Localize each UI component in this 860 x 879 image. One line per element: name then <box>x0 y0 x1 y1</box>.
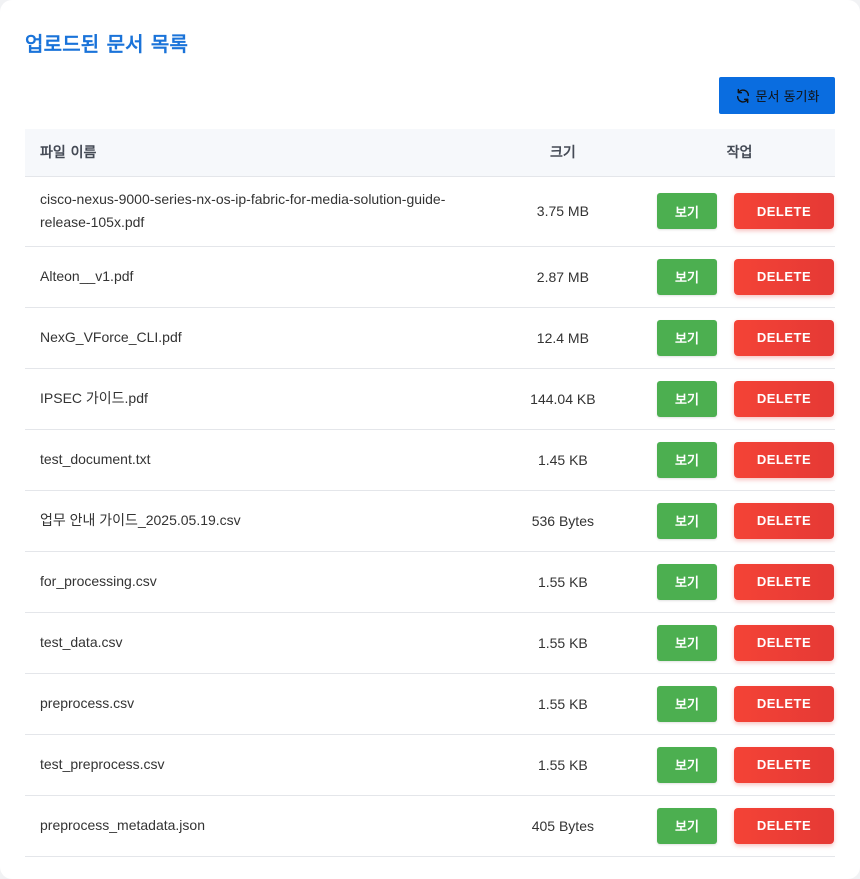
delete-button[interactable]: DELETE <box>734 563 834 600</box>
actions-cell: 보기 DELETE <box>644 429 835 490</box>
documents-card: 업로드된 문서 목록 문서 동기화 파일 이름 크기 작업 cisco-nexu… <box>0 0 860 879</box>
file-name-cell: test_preprocess.csv <box>40 756 165 772</box>
file-name-cell: 업무 안내 가이드_2025.05.19.csv <box>40 512 241 528</box>
table-row: for_processing.csv 1.55 KB 보기 DELETE <box>25 551 835 612</box>
row-actions: 보기 DELETE <box>657 502 834 539</box>
table-row: preprocess.csv 1.55 KB 보기 DELETE <box>25 673 835 734</box>
view-button[interactable]: 보기 <box>657 380 717 417</box>
view-button[interactable]: 보기 <box>657 502 717 539</box>
actions-cell: 보기 DELETE <box>644 490 835 551</box>
view-button[interactable]: 보기 <box>657 746 717 783</box>
file-name-cell: preprocess_metadata.json <box>40 817 205 833</box>
file-name-cell: IPSEC 가이드.pdf <box>40 390 148 406</box>
file-name-cell: NexG_VForce_CLI.pdf <box>40 329 182 345</box>
actions-cell: 보기 DELETE <box>644 734 835 795</box>
file-size-cell: 1.55 KB <box>537 695 588 712</box>
file-name-cell: test_document.txt <box>40 451 151 467</box>
view-button[interactable]: 보기 <box>657 258 717 295</box>
table-row: 업무 안내 가이드_2025.05.19.csv 536 Bytes 보기 DELET… <box>25 490 835 551</box>
table-row: NexG_VForce_CLI.pdf 12.4 MB 보기 DELETE <box>25 307 835 368</box>
row-actions: 보기 DELETE <box>657 807 834 844</box>
row-actions: 보기 DELETE <box>657 380 834 417</box>
delete-button[interactable]: DELETE <box>734 685 834 722</box>
refresh-icon <box>736 88 749 103</box>
delete-button[interactable]: DELETE <box>734 746 834 783</box>
table-row: test_data.csv 1.55 KB 보기 DELETE <box>25 612 835 673</box>
view-button[interactable]: 보기 <box>657 563 717 600</box>
table-header-row: 파일 이름 크기 작업 <box>25 129 835 177</box>
file-name-cell: test_data.csv <box>40 634 123 650</box>
table-row: IPSEC 가이드.pdf 144.04 KB 보기 DELETE <box>25 368 835 429</box>
row-actions: 보기 DELETE <box>657 624 834 661</box>
view-button[interactable]: 보기 <box>657 441 717 478</box>
delete-button[interactable]: DELETE <box>734 807 834 844</box>
file-size-cell: 1.55 KB <box>537 756 588 773</box>
actions-cell: 보기 DELETE <box>644 612 835 673</box>
actions-cell: 보기 DELETE <box>644 246 835 307</box>
file-size-cell: 12.4 MB <box>536 329 589 346</box>
row-actions: 보기 DELETE <box>657 193 834 229</box>
delete-button[interactable]: DELETE <box>734 624 834 661</box>
actions-cell: 보기 DELETE <box>644 795 835 856</box>
delete-button[interactable]: DELETE <box>734 193 834 229</box>
delete-button[interactable]: DELETE <box>734 502 834 539</box>
header-size: 크기 <box>481 129 644 177</box>
delete-button[interactable]: DELETE <box>734 258 834 295</box>
file-size-cell: 144.04 KB <box>530 390 596 407</box>
sync-documents-button[interactable]: 문서 동기화 <box>719 77 835 114</box>
actions-cell: 보기 DELETE <box>644 368 835 429</box>
table-row: test_document.txt 1.45 KB 보기 DELETE <box>25 429 835 490</box>
header-actions: 작업 <box>644 129 835 177</box>
header-file-name: 파일 이름 <box>25 129 482 177</box>
row-actions: 보기 DELETE <box>657 258 834 295</box>
row-actions: 보기 DELETE <box>657 319 834 356</box>
file-name-cell: preprocess.csv <box>40 695 135 711</box>
table-body: cisco-nexus-9000-series-nx-os-ip-fabric-… <box>25 176 835 856</box>
documents-table: 파일 이름 크기 작업 cisco-nexus-9000-series-nx-o… <box>25 129 835 857</box>
view-button[interactable]: 보기 <box>657 807 717 844</box>
view-button[interactable]: 보기 <box>657 685 717 722</box>
actions-cell: 보기 DELETE <box>644 551 835 612</box>
file-name-cell: for_processing.csv <box>40 573 157 589</box>
table-row: preprocess_metadata.json 405 Bytes 보기 DELET… <box>25 795 835 856</box>
delete-button[interactable]: DELETE <box>734 319 834 356</box>
actions-cell: 보기 DELETE <box>644 673 835 734</box>
row-actions: 보기 DELETE <box>657 685 834 722</box>
file-size-cell: 3.75 MB <box>536 203 589 219</box>
row-actions: 보기 DELETE <box>657 441 834 478</box>
view-button[interactable]: 보기 <box>657 193 717 229</box>
file-size-cell: 405 Bytes <box>531 817 594 834</box>
delete-button[interactable]: DELETE <box>734 380 834 417</box>
actions-cell: 보기 DELETE <box>644 176 835 246</box>
row-actions: 보기 DELETE <box>657 746 834 783</box>
file-name-cell: Alteon__v1.pdf <box>40 268 134 284</box>
file-name-cell: cisco-nexus-9000-series-nx-os-ip-fabric-… <box>40 191 446 230</box>
table-row: Alteon__v1.pdf 2.87 MB 보기 DELETE <box>25 246 835 307</box>
file-size-cell: 2.87 MB <box>536 268 589 285</box>
file-size-cell: 536 Bytes <box>531 512 594 529</box>
table-row: cisco-nexus-9000-series-nx-os-ip-fabric-… <box>25 176 835 246</box>
sync-button-label: 문서 동기화 <box>755 90 820 105</box>
delete-button[interactable]: DELETE <box>734 441 834 478</box>
file-size-cell: 1.55 KB <box>537 573 588 590</box>
page-title: 업로드된 문서 목록 <box>25 32 189 56</box>
actions-cell: 보기 DELETE <box>644 307 835 368</box>
view-button[interactable]: 보기 <box>657 319 717 356</box>
file-size-cell: 1.45 KB <box>537 451 588 468</box>
view-button[interactable]: 보기 <box>657 624 717 661</box>
table-row: test_preprocess.csv 1.55 KB 보기 DELETE <box>25 734 835 795</box>
file-size-cell: 1.55 KB <box>537 634 588 651</box>
row-actions: 보기 DELETE <box>657 563 834 600</box>
